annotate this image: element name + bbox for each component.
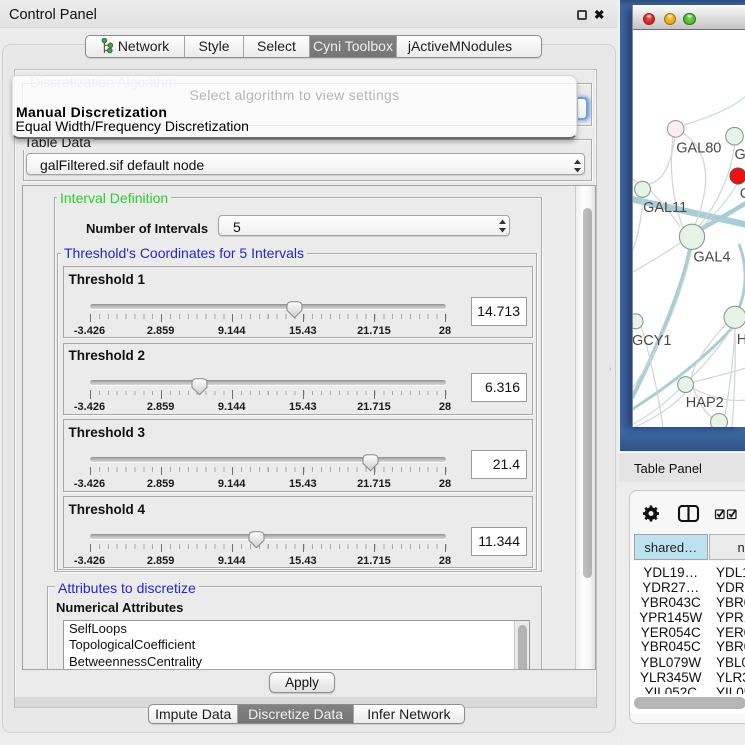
svg-text:GAL80: GAL80 <box>676 141 721 157</box>
svg-text:GAL4: GAL4 <box>693 250 730 266</box>
svg-text:GAL11: GAL11 <box>643 200 687 216</box>
svg-text:GA: GA <box>735 147 745 163</box>
svg-text:C: C <box>740 186 745 202</box>
svg-text:H: H <box>737 332 745 348</box>
svg-text:GCY1: GCY1 <box>633 333 672 349</box>
svg-text:HAP2: HAP2 <box>686 395 724 411</box>
